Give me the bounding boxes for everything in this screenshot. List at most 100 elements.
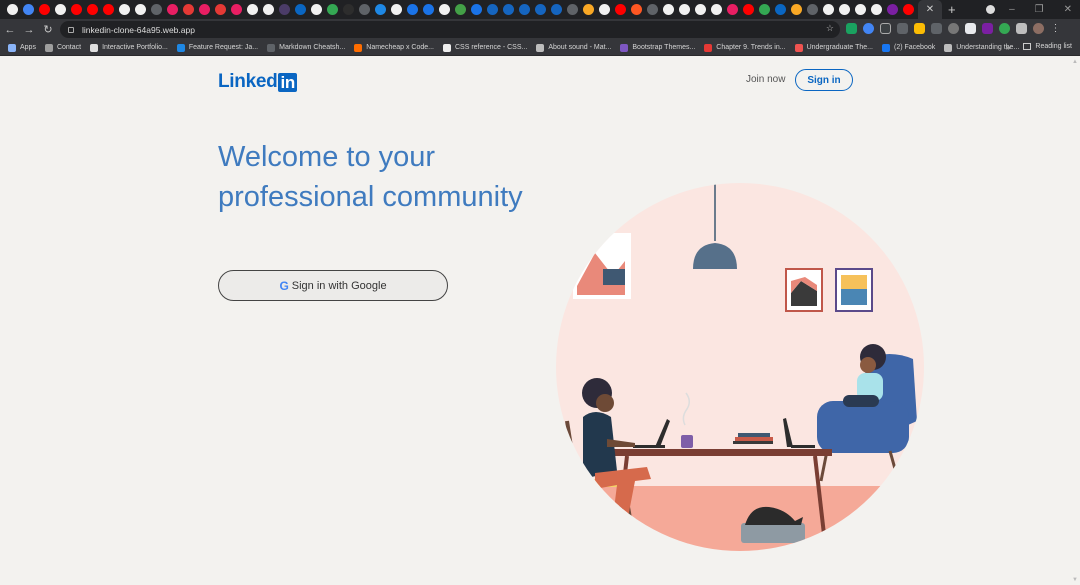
pinned-tab-favicon[interactable] (230, 4, 242, 15)
extension-icon[interactable] (846, 23, 857, 34)
close-window-icon[interactable]: ✕ (1064, 4, 1072, 15)
pinned-tab-favicon[interactable] (710, 4, 722, 15)
extension-icon[interactable] (948, 23, 959, 34)
bookmark-item[interactable]: Bootstrap Themes... (620, 43, 695, 52)
maximize-icon[interactable]: ❐ (1035, 4, 1044, 15)
pinned-tab-favicon[interactable] (854, 4, 866, 15)
bookmark-item[interactable]: Apps (8, 43, 36, 52)
puzzle-icon[interactable] (1016, 23, 1027, 34)
pinned-tab-favicon[interactable] (54, 4, 66, 15)
pinned-tab-favicon[interactable] (150, 4, 162, 15)
extension-icon[interactable] (914, 23, 925, 34)
bookmark-item[interactable]: Undergraduate The... (794, 43, 873, 52)
bookmark-item[interactable]: (2) Facebook (881, 43, 935, 52)
pinned-tab-favicon[interactable] (262, 4, 274, 15)
kebab-menu-icon[interactable]: ⋮ (1050, 23, 1061, 34)
extension-icon[interactable] (880, 23, 891, 34)
sign-in-button[interactable]: Sign in (795, 69, 853, 91)
bookmarks-more-button[interactable]: » (1006, 43, 1010, 52)
sign-in-with-google-button[interactable]: G Sign in with Google (218, 270, 448, 301)
bookmark-star-icon[interactable]: ☆ (826, 23, 834, 34)
reading-list-button[interactable]: Reading list (1023, 43, 1072, 50)
scroll-down-arrow[interactable]: ▼ (1072, 577, 1078, 583)
extension-icon[interactable] (965, 23, 976, 34)
pinned-tab-favicon[interactable] (630, 4, 642, 15)
pinned-tab-favicon[interactable] (38, 4, 50, 15)
linkedin-logo[interactable]: Linked in (218, 71, 297, 93)
bookmark-item[interactable]: CSS reference - CSS... (442, 43, 527, 52)
pinned-tab-favicon[interactable] (614, 4, 626, 15)
pinned-tab-favicon[interactable] (86, 4, 98, 15)
scroll-up-arrow[interactable]: ▲ (1072, 59, 1078, 65)
pinned-tab-favicon[interactable] (870, 4, 882, 15)
pinned-tab-favicon[interactable] (182, 4, 194, 15)
pinned-tab-favicon[interactable] (582, 4, 594, 15)
pinned-tab-favicon[interactable] (118, 4, 130, 15)
pinned-tab-favicon[interactable] (390, 4, 402, 15)
pinned-tab-favicon[interactable] (342, 4, 354, 15)
pinned-tab-favicon[interactable] (502, 4, 514, 15)
pinned-tab-favicon[interactable] (902, 4, 914, 15)
pinned-tab-favicon[interactable] (134, 4, 146, 15)
extension-icon[interactable] (863, 23, 874, 34)
media-control-icon[interactable] (986, 5, 995, 14)
bookmark-item[interactable]: Chapter 9. Trends in... (704, 43, 786, 52)
reload-icon[interactable]: ↻ (39, 23, 57, 36)
pinned-tab-favicon[interactable] (486, 4, 498, 15)
join-now-link[interactable]: Join now (746, 74, 785, 85)
pinned-tab-favicon[interactable] (406, 4, 418, 15)
pinned-tab-favicon[interactable] (550, 4, 562, 15)
extension-icon[interactable] (982, 23, 993, 34)
pinned-tab-favicon[interactable] (598, 4, 610, 15)
pinned-tab-favicon[interactable] (358, 4, 370, 15)
pinned-tab-favicon[interactable] (742, 4, 754, 15)
pinned-tab-favicon[interactable] (678, 4, 690, 15)
pinned-tab-favicon[interactable] (662, 4, 674, 15)
active-tab-close-button[interactable]: ✕ (918, 0, 942, 19)
bookmark-item[interactable]: Feature Request: Ja... (176, 43, 258, 52)
pinned-tab-favicon[interactable] (838, 4, 850, 15)
pinned-tab-favicon[interactable] (102, 4, 114, 15)
pinned-tab-favicon[interactable] (422, 4, 434, 15)
pinned-tab-favicon[interactable] (774, 4, 786, 15)
back-icon[interactable]: ← (1, 24, 19, 36)
pinned-tab-favicon[interactable] (166, 4, 178, 15)
forward-icon[interactable]: → (20, 24, 38, 36)
pinned-tab-favicon[interactable] (22, 4, 34, 15)
pinned-tab-favicon[interactable] (726, 4, 738, 15)
extension-icon[interactable] (931, 23, 942, 34)
pinned-tab-favicon[interactable] (470, 4, 482, 15)
pinned-tab-favicon[interactable] (310, 4, 322, 15)
pinned-tab-favicon[interactable] (6, 4, 18, 15)
pinned-tab-favicon[interactable] (294, 4, 306, 15)
pinned-tab-favicon[interactable] (886, 4, 898, 15)
extension-icon[interactable] (999, 23, 1010, 34)
pinned-tab-favicon[interactable] (758, 4, 770, 15)
pinned-tab-favicon[interactable] (326, 4, 338, 15)
pinned-tab-favicon[interactable] (198, 4, 210, 15)
pinned-tab-favicon[interactable] (646, 4, 658, 15)
bookmark-item[interactable]: Contact (44, 43, 81, 52)
pinned-tab-favicon[interactable] (534, 4, 546, 15)
profile-avatar[interactable] (1033, 23, 1044, 34)
pinned-tab-favicon[interactable] (214, 4, 226, 15)
pinned-tab-favicon[interactable] (246, 4, 258, 15)
pinned-tab-favicon[interactable] (518, 4, 530, 15)
extension-icon[interactable] (897, 23, 908, 34)
pinned-tab-favicon[interactable] (70, 4, 82, 15)
pinned-tab-favicon[interactable] (278, 4, 290, 15)
minimize-icon[interactable]: – (1009, 4, 1015, 15)
bookmark-item[interactable]: Namecheap x Code... (354, 43, 434, 52)
pinned-tab-favicon[interactable] (566, 4, 578, 15)
pinned-tab-favicon[interactable] (438, 4, 450, 15)
bookmark-item[interactable]: Markdown Cheatsh... (267, 43, 345, 52)
pinned-tab-favicon[interactable] (454, 4, 466, 15)
new-tab-button[interactable]: + (948, 2, 956, 17)
address-bar[interactable]: linkedin-clone-64a95.web.app ☆ (60, 21, 840, 38)
pinned-tab-favicon[interactable] (790, 4, 802, 15)
bookmark-item[interactable]: Interactive Portfolio... (90, 43, 168, 52)
pinned-tab-favicon[interactable] (822, 4, 834, 15)
pinned-tab-favicon[interactable] (806, 4, 818, 15)
bookmark-item[interactable]: About sound - Mat... (536, 43, 611, 52)
pinned-tab-favicon[interactable] (374, 4, 386, 15)
